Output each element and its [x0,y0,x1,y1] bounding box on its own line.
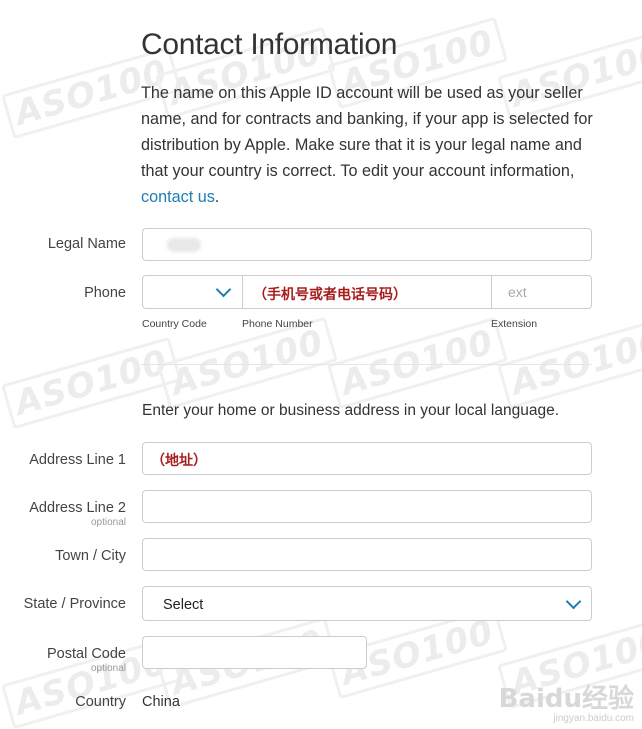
phone-number-caption: Phone Number [242,318,313,330]
country-value: China [142,694,180,710]
address2-field[interactable] [142,490,592,523]
redacted-name-blur [167,238,201,252]
contact-us-link[interactable]: contact us [141,188,215,206]
postal-optional: optional [90,663,126,674]
postal-label: Postal Code [47,646,126,662]
chevron-down-icon [215,281,232,298]
baidu-url: jingyan.baidu.com [553,713,634,724]
section-divider [141,364,592,365]
phone-number-annotation: （手机号或者电话号码） [253,287,407,303]
phone-label: Phone [84,285,126,301]
postal-field[interactable] [142,636,367,669]
baidu-logo-text: Baidu经验 [498,684,634,714]
state-selected-value: Select [163,597,204,613]
legal-name-label: Legal Name [47,236,126,252]
address2-label: Address Line 2 [29,500,126,516]
intro-paragraph: The name on this Apple ID account will b… [141,80,601,210]
watermark-aso100: ASO100 [497,316,642,410]
town-label: Town / City [55,548,126,564]
address-intro: Enter your home or business address in y… [142,402,560,419]
intro-end: . [214,188,220,206]
address1-annotation: （地址） [151,453,207,469]
address2-optional: optional [90,517,126,528]
legal-name-field[interactable] [142,228,592,261]
town-field[interactable] [142,538,592,571]
phone-number-input[interactable]: （手机号或者电话号码） [243,276,492,308]
address1-label: Address Line 1 [29,452,126,468]
extension-caption: Extension [491,318,538,330]
watermark-aso100: ASO100 [157,316,338,410]
chevron-down-icon [565,593,582,610]
intro-text: The name on this Apple ID account will b… [141,84,593,180]
phone-group: （手机号或者电话号码） ext [142,275,592,309]
state-select[interactable]: Select [142,586,592,621]
state-label: State / Province [23,596,126,612]
baidu-jingyan-watermark: Baidu经验 jingyan.baidu.com [499,685,634,724]
country-label: Country [75,694,126,710]
watermark-aso100: ASO100 [497,616,642,710]
country-code-caption: Country Code [142,318,207,330]
ext-placeholder: ext [508,284,527,300]
address1-field[interactable]: （地址） [142,442,592,475]
watermark-aso100: ASO100 [327,316,508,410]
country-code-select[interactable] [143,276,243,308]
page-title: Contact Information [141,28,398,61]
extension-input[interactable]: ext [492,276,591,308]
